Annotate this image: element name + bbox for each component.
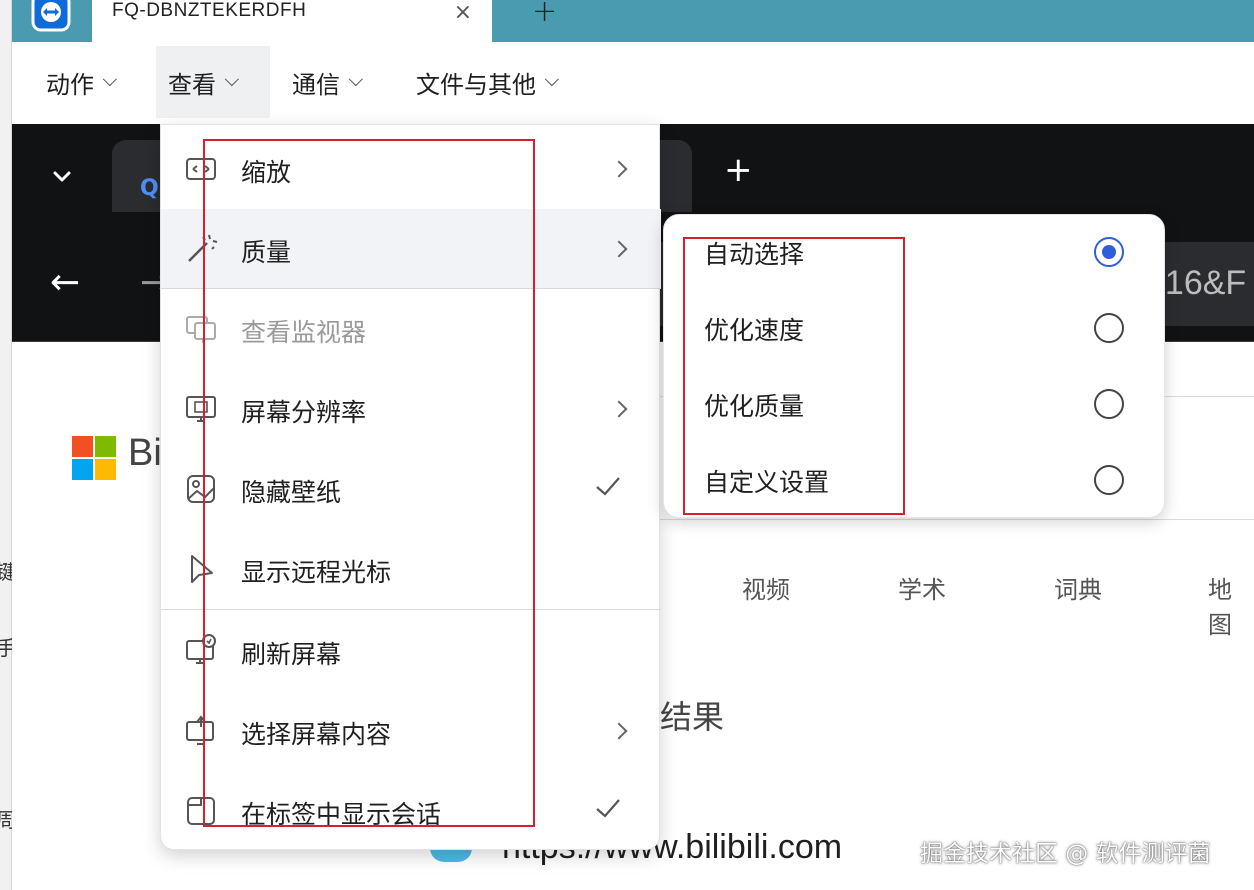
chevron-down-icon [348,72,363,87]
menu-actions-label: 动作 [46,70,94,99]
chevron-right-icon [610,722,628,740]
bing-brand-text: Bi [128,432,162,474]
chevron-right-icon [610,160,628,178]
checkmark-icon [593,471,623,501]
menu-actions[interactable]: 动作 [34,46,124,118]
close-icon[interactable]: × [454,0,472,25]
new-session-tab-button[interactable]: + [532,0,557,29]
annotation-box-menu [203,139,535,827]
radio-icon[interactable] [1094,465,1124,495]
remote-new-tab-button[interactable]: + [724,150,753,190]
chevron-down-icon [224,72,239,87]
menu-files-extras-label: 文件与其他 [416,70,536,99]
teamviewer-logo-icon [24,0,74,40]
bing-tab-videos[interactable]: 视频 [742,570,790,605]
tab-list-dropdown-icon[interactable] [50,164,74,188]
menu-view[interactable]: 查看 [156,46,270,118]
session-menubar: 动作 查看 通信 文件与其他 [12,42,1254,124]
annotation-box-submenu [683,237,905,515]
chevron-down-icon [102,72,117,87]
desktop-left-edge: 键 手 周 [0,0,16,890]
radio-selected-icon[interactable] [1094,237,1124,267]
session-tab-label: FQ-DBNZTEKERDFH [112,0,307,21]
chevron-right-icon [610,400,628,418]
checkmark-icon [593,793,623,823]
radio-icon[interactable] [1094,389,1124,419]
watermark-text: 掘金技术社区 @ 软件测评菌 [920,841,1211,867]
microsoft-logo-icon [72,436,116,480]
search-tab-icon: Q [140,176,159,201]
back-arrow-icon[interactable]: ← [50,262,80,303]
chevron-down-icon [544,72,559,87]
menu-files-extras[interactable]: 文件与其他 [404,46,566,118]
bing-tab-academic[interactable]: 学术 [898,570,946,605]
session-titlebar: FQ-DBNZTEKERDFH × + [12,0,1254,42]
radio-icon[interactable] [1094,313,1124,343]
session-tab[interactable]: FQ-DBNZTEKERDFH × [92,0,492,42]
menu-communication[interactable]: 通信 [280,46,370,118]
menu-communication-label: 通信 [292,70,340,99]
chevron-right-icon [610,240,628,258]
results-heading: 结果 [660,698,725,736]
bing-tab-maps[interactable]: 地图 [1208,570,1254,640]
bing-tab-dictionary[interactable]: 词典 [1054,570,1102,605]
menu-view-label: 查看 [168,70,216,99]
